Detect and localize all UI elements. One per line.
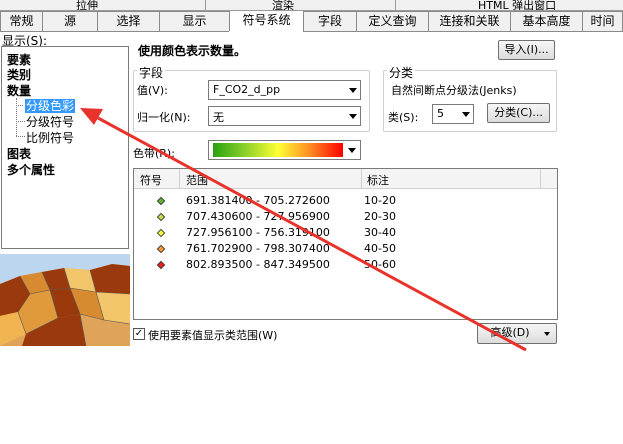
top-tab-strip: 拉伸 渲染 HTML 弹出窗口 bbox=[0, 0, 623, 11]
column-range[interactable]: 范围 bbox=[186, 172, 208, 188]
class-list[interactable]: 符号 范围 标注 691.381400 - 705.272600 10-20 7… bbox=[133, 168, 558, 320]
advanced-button[interactable]: 高级(D) bbox=[477, 323, 557, 344]
tab-fields[interactable]: 字段 bbox=[303, 11, 356, 31]
tab-symbology[interactable]: 符号系统 bbox=[229, 11, 303, 31]
color-ramp-label: 色带(R): bbox=[133, 147, 175, 160]
tree-item-proportional-symbols[interactable]: 比例符号 bbox=[26, 129, 74, 146]
tab-rendering[interactable]: 渲染 bbox=[272, 0, 294, 10]
tab-source[interactable]: 源 bbox=[42, 11, 97, 31]
normalize-combo[interactable]: 无 bbox=[208, 106, 361, 126]
table-row[interactable]: 761.702900 - 798.307400 40-50 bbox=[134, 241, 557, 257]
classes-label: 类(S): bbox=[388, 111, 419, 124]
chevron-down-icon bbox=[348, 148, 356, 153]
normalize-label: 归一化(N): bbox=[137, 111, 191, 124]
tab-general[interactable]: 常规 bbox=[0, 11, 42, 31]
tab-selection[interactable]: 选择 bbox=[97, 11, 159, 31]
chevron-down-icon bbox=[349, 114, 357, 119]
class-list-header: 符号 范围 标注 bbox=[134, 169, 557, 189]
tab-extrusion[interactable]: 拉伸 bbox=[76, 0, 98, 10]
tab-html-popup[interactable]: HTML 弹出窗口 bbox=[478, 0, 556, 10]
color-ramp-preview bbox=[213, 143, 343, 157]
chevron-down-icon bbox=[349, 88, 357, 93]
show-tree: 要素 类别 数量 分级色彩 分级符号 比例符号 图表 多个属性 bbox=[1, 46, 129, 249]
table-row[interactable]: 727.956100 - 756.319100 30-40 bbox=[134, 225, 557, 241]
tab-display[interactable]: 显示 bbox=[159, 11, 229, 31]
symbol-swatch[interactable] bbox=[156, 212, 166, 222]
tab-base-heights[interactable]: 基本高度 bbox=[510, 11, 582, 31]
symbol-swatch[interactable] bbox=[156, 228, 166, 238]
tab-time[interactable]: 时间 bbox=[582, 11, 623, 31]
show-class-ranges-checkbox[interactable]: ✓ bbox=[133, 328, 145, 340]
value-combo[interactable]: F_CO2_d_pp bbox=[208, 80, 361, 100]
show-class-ranges-label: 使用要素值显示类范围(W) bbox=[148, 329, 278, 342]
classification-method: 自然间断点分级法(Jenks) bbox=[391, 84, 517, 97]
main-tab-strip: 常规 源 选择 显示 符号系统 字段 定义查询 连接和关联 基本高度 时间 bbox=[0, 11, 623, 31]
table-row[interactable]: 691.381400 - 705.272600 10-20 bbox=[134, 193, 557, 209]
chevron-down-icon bbox=[462, 112, 470, 117]
fields-group-title: 字段 bbox=[137, 64, 166, 81]
tab-joins-relates[interactable]: 连接和关联 bbox=[428, 11, 510, 31]
table-row[interactable]: 707.430600 - 727.956900 20-30 bbox=[134, 209, 557, 225]
tree-item-charts[interactable]: 图表 bbox=[7, 145, 31, 162]
preview-map-image bbox=[0, 254, 130, 346]
symbol-swatch[interactable] bbox=[156, 196, 166, 206]
symbol-swatch[interactable] bbox=[156, 260, 166, 270]
column-symbol[interactable]: 符号 bbox=[140, 172, 162, 188]
tree-item-graduated-colors[interactable]: 分级色彩 bbox=[23, 97, 77, 114]
tree-item-graduated-symbols[interactable]: 分级符号 bbox=[26, 113, 74, 130]
tree-item-multiple-attributes[interactable]: 多个属性 bbox=[7, 161, 55, 178]
symbol-swatch[interactable] bbox=[156, 244, 166, 254]
map-icon bbox=[0, 254, 130, 346]
column-label[interactable]: 标注 bbox=[367, 172, 389, 188]
import-button[interactable]: 导入(I)... bbox=[498, 40, 555, 60]
page-title: 使用颜色表示数量。 bbox=[138, 44, 247, 58]
classes-combo[interactable]: 5 bbox=[432, 104, 474, 124]
table-row[interactable]: 802.893500 - 847.349500 50-60 bbox=[134, 257, 557, 273]
classify-button[interactable]: 分类(C)... bbox=[487, 103, 550, 123]
tab-definition-query[interactable]: 定义查询 bbox=[356, 11, 428, 31]
dropdown-arrow-icon bbox=[544, 332, 550, 336]
classification-group-title: 分类 bbox=[387, 64, 416, 81]
value-label: 值(V): bbox=[137, 84, 168, 97]
tree-item-categories[interactable]: 类别 bbox=[7, 66, 31, 83]
